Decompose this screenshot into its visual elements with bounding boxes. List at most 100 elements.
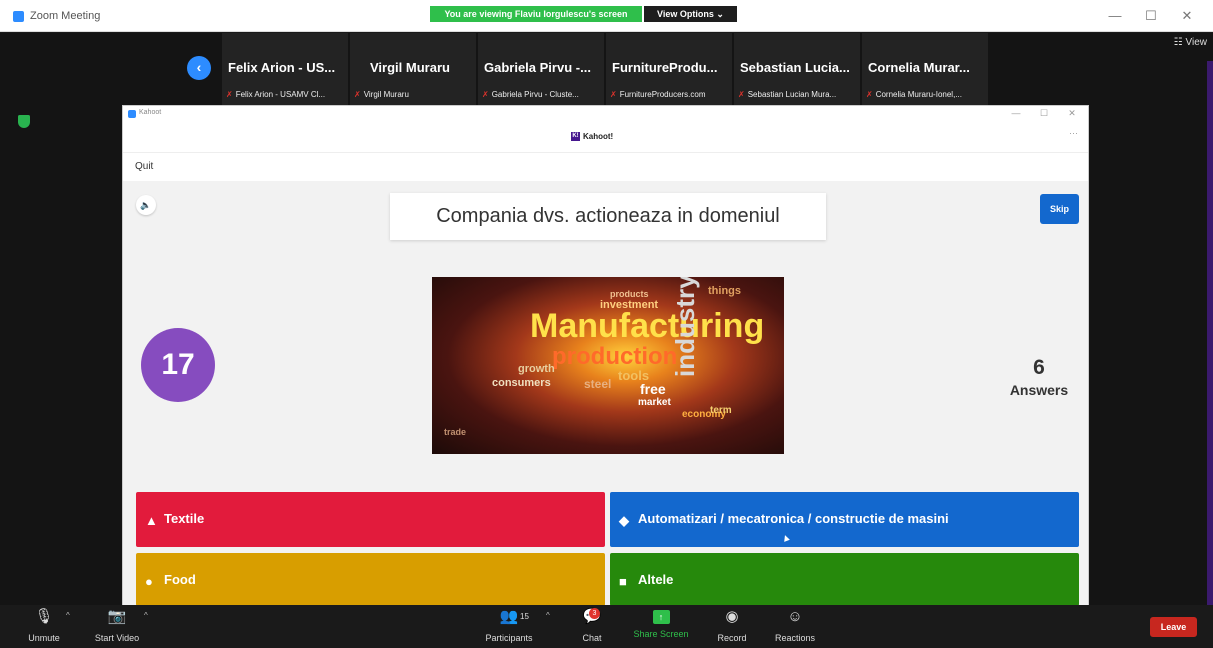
participant-label: ✗ FurnitureProducers.com (610, 90, 706, 99)
kahoot-logo-icon: K! (571, 132, 580, 142)
answer-text: Automatizari / mecatronica / constructie… (638, 511, 949, 526)
participant-tile[interactable]: Gabriela Pirvu -... ✗ Gabriela Pirvu - Cl… (478, 33, 604, 105)
participants-icon: 👥 (499, 608, 519, 625)
participant-name: Gabriela Pirvu -... (484, 60, 591, 75)
share-screen-icon: ↑ (652, 610, 670, 624)
security-shield-icon[interactable] (18, 115, 30, 128)
triangle-icon: ▲ (145, 513, 158, 528)
participant-name: Virgil Muraru (370, 60, 450, 75)
shared-kahoot-window: Kahoot — ☐ ✕ K! Kahoot! ··· Quit 🔈 Compan… (122, 105, 1089, 606)
answers-counter: 6 Answers (991, 356, 1087, 400)
audio-options-caret-icon[interactable]: ^ (66, 611, 70, 620)
shared-screen-edge (1207, 61, 1213, 606)
answer-option-circle: ● Food (136, 553, 605, 606)
image-word: things (708, 285, 741, 297)
participant-tile[interactable]: Felix Arion - US... ✗ Felix Arion - USAMV… (222, 33, 348, 105)
more-options-icon: ··· (1069, 128, 1078, 138)
participants-caret-icon[interactable]: ^ (546, 611, 550, 620)
answer-text: Textile (164, 511, 205, 526)
reactions-button[interactable]: ☺ Reactions (773, 605, 817, 648)
answers-count-value: 6 (1033, 356, 1045, 379)
leave-meeting-button[interactable]: Leave (1150, 617, 1197, 637)
minimize-button[interactable]: — (1103, 8, 1127, 23)
window-title: Zoom Meeting (30, 10, 101, 22)
answer-option-square: ■ Altele (610, 553, 1079, 606)
muted-mic-icon: ✗ (738, 90, 745, 99)
countdown-timer: 17 (141, 328, 215, 402)
muted-mic-icon: ✗ (866, 90, 873, 99)
start-video-button[interactable]: 📷 ^ Start Video (88, 605, 148, 648)
image-word: production (552, 343, 678, 370)
answer-text: Altele (638, 572, 674, 587)
participant-tile[interactable]: Cornelia Murar... ✗ Cornelia Muraru-Ionel… (862, 33, 988, 105)
participant-tile[interactable]: Sebastian Lucia... ✗ Sebastian Lucian Mur… (734, 33, 860, 105)
participant-tile[interactable]: Virgil Muraru ✗ Virgil Muraru (350, 33, 476, 105)
image-word: steel (584, 377, 612, 391)
chat-unread-badge: 3 (589, 608, 600, 619)
kahoot-quit-bar: Quit (123, 152, 1088, 181)
participant-label: ✗ Felix Arion - USAMV Cl... (226, 90, 326, 99)
participant-tile[interactable]: FurnitureProdu... ✗ FurnitureProducers.co… (606, 33, 732, 105)
kahoot-close-icon: ✕ (1068, 108, 1076, 118)
previous-page-button[interactable]: ‹ (187, 56, 211, 80)
participant-label: ✗ Gabriela Pirvu - Cluste... (482, 90, 579, 99)
square-icon: ■ (619, 574, 627, 589)
speaker-icon: 🔈 (136, 195, 156, 215)
participant-label: ✗ Virgil Muraru (354, 90, 409, 99)
participant-label: ✗ Sebastian Lucian Mura... (738, 90, 837, 99)
kahoot-app-icon (128, 110, 136, 118)
participant-label: ✗ Cornelia Muraru-Ionel,... (866, 90, 962, 99)
muted-mic-icon: ✗ (482, 90, 489, 99)
question-title: Compania dvs. actioneaza in domeniul (390, 193, 826, 240)
unmute-button[interactable]: 🎙 ^ Unmute (20, 605, 70, 648)
image-word: term (710, 405, 732, 416)
close-button[interactable]: ✕ (1175, 8, 1199, 24)
view-options-button[interactable]: View Options ⌄ (644, 6, 737, 22)
video-off-icon: 📷 (107, 608, 127, 625)
chat-button[interactable]: 💬 3 Chat (577, 605, 607, 648)
participant-name: Cornelia Murar... (868, 60, 970, 75)
maximize-button[interactable]: ☐ (1139, 8, 1163, 24)
kahoot-window-title: Kahoot (139, 109, 162, 116)
zoom-app-icon (13, 11, 24, 22)
muted-mic-icon: ✗ (226, 90, 233, 99)
image-word: growth (518, 363, 555, 375)
share-screen-button[interactable]: ↑ Share Screen (631, 605, 691, 648)
image-word: free (640, 381, 666, 397)
record-icon: ◉ (725, 608, 739, 625)
kahoot-logo: K! Kahoot! (571, 132, 614, 142)
image-word: investment (600, 299, 659, 311)
video-options-caret-icon[interactable]: ^ (144, 611, 148, 620)
muted-mic-icon: ✗ (354, 90, 361, 99)
answer-text: Food (164, 572, 196, 587)
image-word: consumers (492, 377, 551, 389)
viewing-screen-banner: You are viewing Flaviu Iorgulescu's scre… (430, 6, 642, 22)
participant-name: Felix Arion - US... (228, 60, 336, 75)
answer-option-diamond: ◆ Automatizari / mecatronica / construct… (610, 492, 1079, 547)
participants-button[interactable]: 👥 15 ^ Participants (478, 605, 549, 648)
record-button[interactable]: ◉ Record (713, 605, 751, 648)
participant-name: Sebastian Lucia... (740, 60, 850, 75)
meeting-stage: ☷ View ‹ Felix Arion - US... ✗ Felix Ario… (0, 33, 1213, 606)
image-word: products (610, 289, 649, 299)
meeting-toolbar: 🎙 ^ Unmute 📷 ^ Start Video 👥 15 ^ Partic… (0, 605, 1213, 648)
reactions-icon: ☺ (787, 608, 803, 625)
view-layout-button[interactable]: ☷ View (1174, 37, 1207, 48)
kahoot-minimize-icon: — (1011, 108, 1021, 118)
image-word: market (638, 397, 671, 408)
image-word: trade (444, 427, 467, 437)
quit-link: Quit (135, 161, 154, 172)
participants-count: 15 (520, 612, 529, 621)
muted-mic-icon: ✗ (610, 90, 617, 99)
participant-name: FurnitureProdu... (612, 60, 718, 75)
muted-microphone-icon: 🎙 (34, 608, 54, 625)
circle-icon: ● (145, 574, 153, 589)
answer-option-triangle: ▲ Textile (136, 492, 605, 547)
kahoot-title-bar: Kahoot — ☐ ✕ K! Kahoot! ··· (123, 106, 1088, 152)
diamond-icon: ◆ (619, 513, 629, 528)
question-image: Manufacturing production industry growth… (432, 277, 784, 454)
kahoot-maximize-icon: ☐ (1039, 108, 1049, 118)
image-word: Manufacturing (530, 307, 765, 345)
skip-button: Skip (1040, 194, 1079, 224)
kahoot-question-view: 🔈 Compania dvs. actioneaza in domeniul S… (123, 181, 1088, 606)
